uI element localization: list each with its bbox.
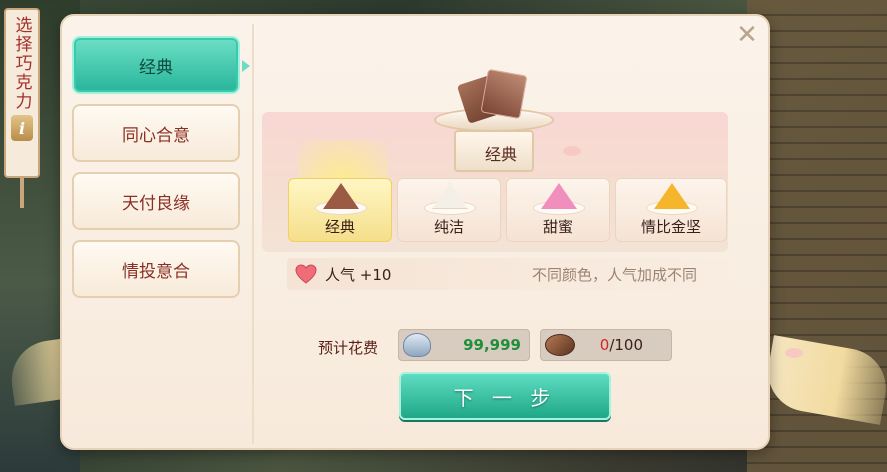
info-icon[interactable]: i — [11, 115, 33, 141]
flavor-label: 经典 — [324, 218, 355, 236]
heart-icon — [295, 264, 317, 284]
flavor-pure[interactable]: 纯洁 — [397, 178, 501, 242]
flavor-classic[interactable]: 经典 — [288, 178, 392, 242]
cocoa-bean-max: /100 — [609, 336, 643, 354]
petal-decor — [785, 348, 803, 358]
side-banner: 选择巧克力 i — [4, 8, 40, 178]
flavor-label: 纯洁 — [433, 218, 464, 236]
popularity-info-bar: 人气 +10 不同颜色，人气加成不同 — [287, 258, 729, 290]
powder-heap — [654, 183, 690, 209]
flavor-label: 情比金坚 — [640, 218, 701, 236]
popularity-bonus: 人气 +10 — [325, 266, 392, 284]
powder-pile-icon — [315, 183, 367, 215]
tab-classic[interactable]: 经典 — [72, 36, 240, 94]
tab-qingtou-yihe[interactable]: 情投意合 — [72, 240, 240, 298]
preview-label: 经典 — [484, 145, 517, 164]
cocoa-bean-current: 0 — [599, 336, 610, 354]
side-banner-title: 选择巧克力 — [11, 16, 32, 111]
petal-decor — [563, 146, 581, 156]
cost-label: 预计花费 — [318, 339, 379, 357]
cocoa-bean-count: 0/100 — [600, 336, 643, 354]
flavor-sweet[interactable]: 甜蜜 — [506, 178, 610, 242]
active-tab-arrow-icon — [242, 60, 250, 72]
close-button[interactable]: ✕ — [734, 22, 760, 48]
powder-pile-icon — [646, 183, 698, 215]
cocoa-bean-icon — [545, 334, 575, 356]
tab-tongxin-heyi[interactable]: 同心合意 — [72, 104, 240, 162]
powder-pile-icon — [533, 183, 585, 215]
flavor-label: 甜蜜 — [542, 218, 573, 236]
silver-ingot-icon — [403, 333, 431, 357]
tassel-decor — [20, 178, 24, 208]
powder-heap — [323, 183, 359, 209]
cocoa-bean-cost-box: 0/100 — [540, 329, 672, 361]
tab-tianfu-liangyuan[interactable]: 天付良缘 — [72, 172, 240, 230]
powder-pile-icon — [424, 183, 476, 215]
powder-heap — [541, 183, 577, 209]
silver-cost-value: 99,999 — [463, 336, 521, 354]
powder-heap — [432, 183, 468, 209]
flavor-golden[interactable]: 情比金坚 — [615, 178, 727, 242]
popularity-hint: 不同颜色，人气加成不同 — [531, 266, 697, 284]
chocolate-icon — [456, 68, 528, 124]
silver-cost-box: 99,999 — [398, 329, 530, 361]
next-step-button[interactable]: 下 一 步 — [399, 372, 611, 420]
